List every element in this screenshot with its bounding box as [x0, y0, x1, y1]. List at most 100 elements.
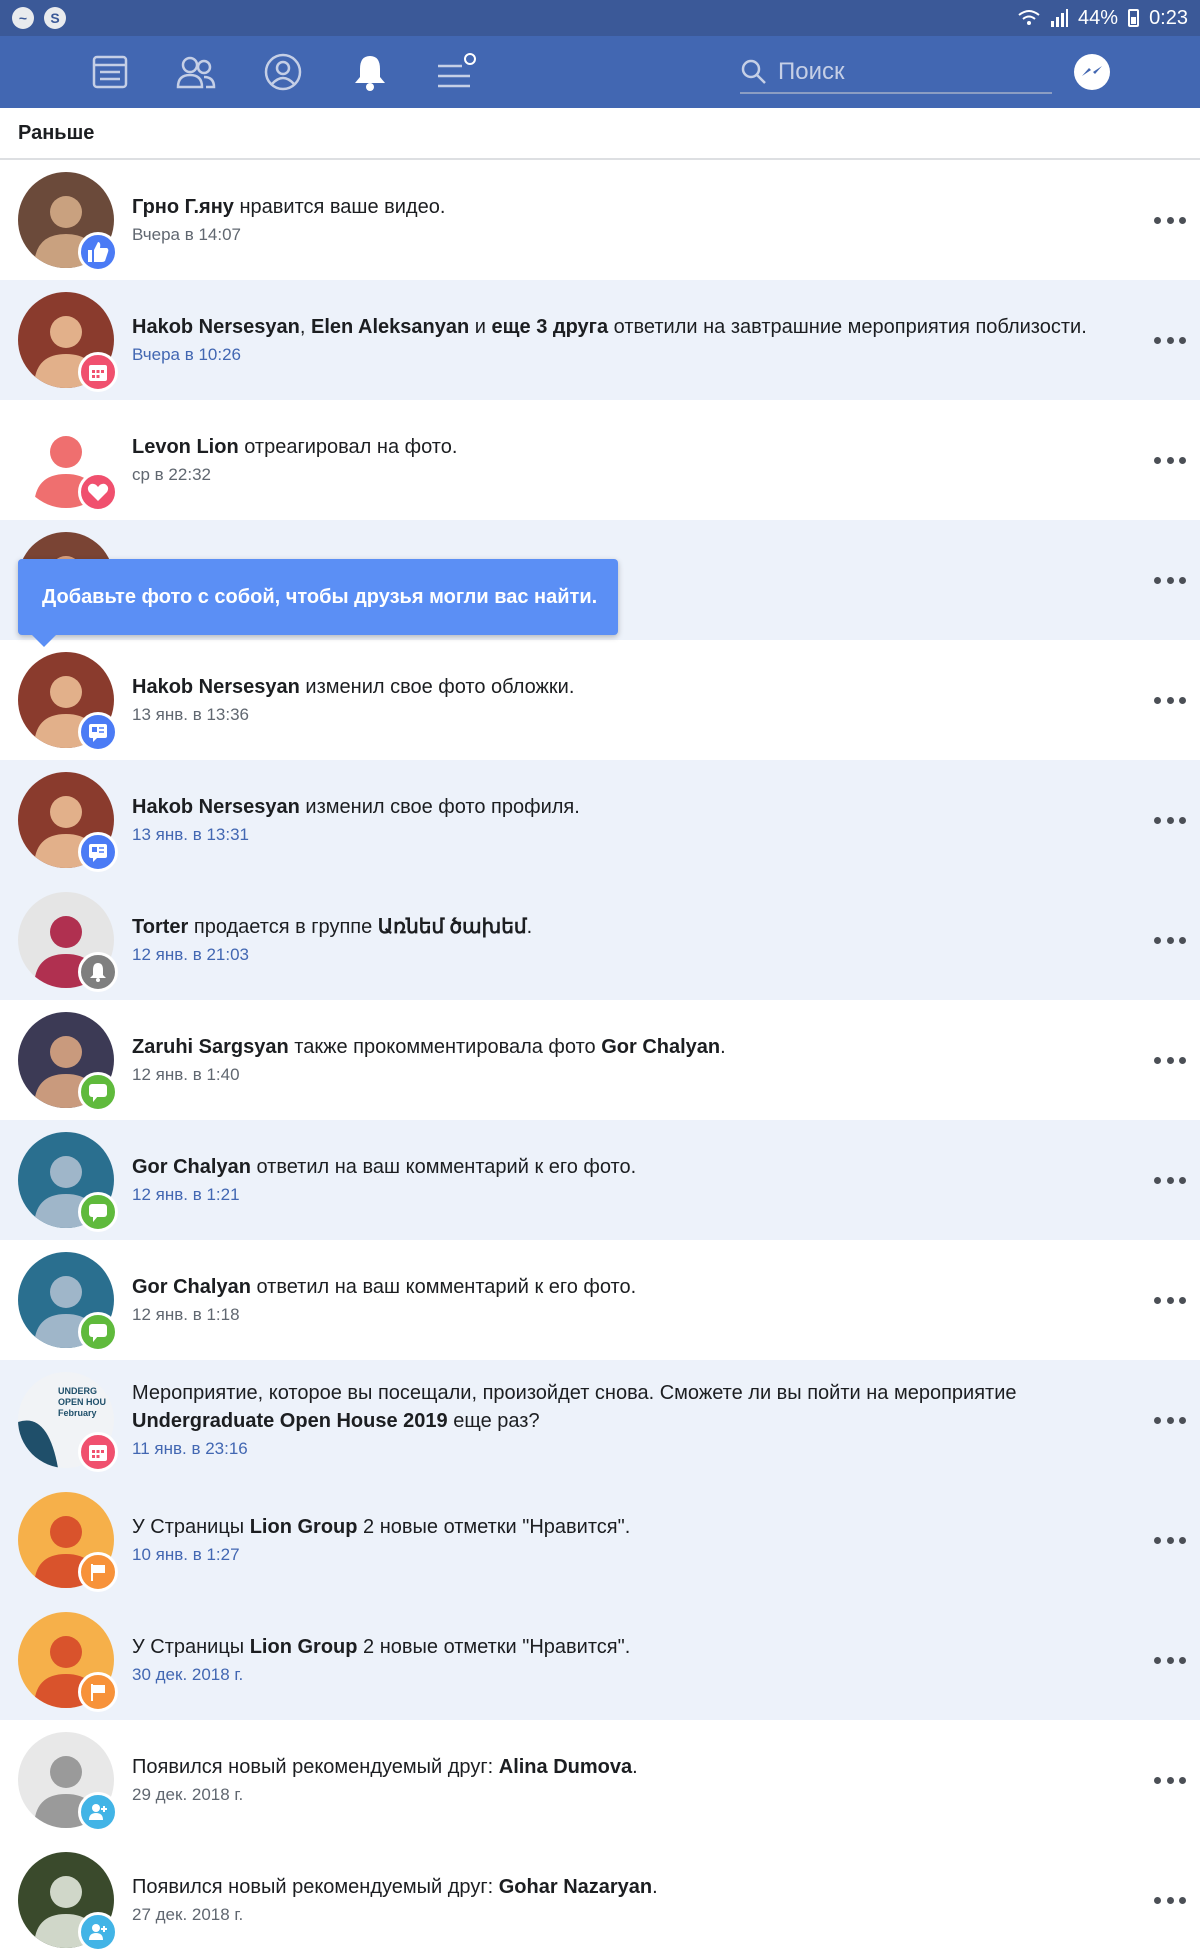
notification-message-part: 2 новые отметки "Нравится". [357, 1516, 631, 1538]
notification-list: Грно Г.яну нравится ваше видео. Вчера в 1… [0, 160, 1200, 1960]
more-options-icon[interactable] [1154, 1288, 1186, 1312]
notification-actor: Elen Aleksanyan [311, 316, 470, 338]
notification-message-part: ответил на ваш комментарий к его фото. [250, 1276, 637, 1298]
notification-timestamp: 13 янв. в 13:36 [132, 705, 249, 724]
notification-text: Gor Chalyan ответил на ваш комментарий к… [132, 1153, 1120, 1207]
notification-row[interactable]: Torter продается в группе Առնեմ ծախեմ. 12… [0, 880, 1200, 1000]
avatar-container [18, 412, 118, 512]
notification-timestamp: 30 дек. 2018 г. [132, 1665, 244, 1684]
notification-row[interactable]: Hakob Nersesyan, Elen Aleksanyan и еще 3… [0, 280, 1200, 400]
notification-timestamp: 27 дек. 2018 г. [132, 1905, 244, 1924]
notification-actor: еще 3 друга [491, 316, 609, 338]
notification-message-part: . [720, 1036, 726, 1058]
notification-message-part: . [652, 1876, 658, 1898]
more-options-icon[interactable] [1154, 568, 1186, 592]
notification-timestamp: 13 янв. в 13:31 [132, 825, 249, 844]
notifications-bell-icon[interactable] [348, 50, 392, 94]
notification-row[interactable]: Грно Г.яну нравится ваше видео. Вчера в 1… [0, 160, 1200, 280]
notification-row[interactable]: Gor Chalyan ответил на ваш комментарий к… [0, 1240, 1200, 1360]
notification-text: Hakob Nersesyan изменил свое фото обложк… [132, 673, 1120, 727]
notification-actor: Lion Group [249, 1516, 358, 1538]
more-options-icon[interactable] [1154, 1408, 1186, 1432]
notification-row[interactable]: Levon Lion отреагировал на фото. ср в 22:… [0, 400, 1200, 520]
search-bar[interactable] [740, 52, 1052, 94]
notification-message-part: . [526, 916, 533, 938]
avatar-container [18, 1612, 118, 1712]
profile-icon[interactable] [261, 50, 305, 94]
notification-text: Грно Г.яну нравится ваше видео. Вчера в 1… [132, 193, 1120, 247]
notification-message: Мероприятие, которое вы посещали, произо… [132, 1379, 1120, 1435]
notification-row[interactable]: У Страницы Lion Group 2 новые отметки "Н… [0, 1600, 1200, 1720]
avatar-container [18, 1492, 118, 1592]
tooltip-text: Добавьте фото с собой, чтобы друзья могл… [42, 585, 598, 608]
notification-message: Torter продается в группе Առնեմ ծախեմ. [132, 913, 1120, 941]
friends-icon[interactable] [174, 50, 218, 94]
more-options-icon[interactable] [1154, 1648, 1186, 1672]
notification-message-part: 2 новые отметки "Нравится". [357, 1636, 631, 1658]
news-feed-icon[interactable] [88, 50, 132, 94]
avatar-container [18, 1732, 118, 1832]
notification-row[interactable]: Hakob Nersesyan изменил свое фото обложк… [0, 640, 1200, 760]
notification-text: Появился новый рекомендуемый друг: Alina… [132, 1753, 1120, 1807]
notification-row[interactable]: UNDERG OPEN HOU February Мероприятие, кот… [0, 1360, 1200, 1480]
more-options-icon[interactable] [1154, 1888, 1186, 1912]
avatar-logo-text: UNDERG OPEN HOU February [58, 1386, 107, 1418]
notification-message-part: еще раз? [447, 1410, 540, 1432]
notification-message-part: изменил свое фото обложки. [299, 676, 575, 698]
notification-row[interactable]: Появился новый рекомендуемый друг: Alina… [0, 1720, 1200, 1840]
flag-icon [78, 1672, 118, 1712]
more-options-icon[interactable] [1154, 328, 1186, 352]
avatar-container [18, 1132, 118, 1232]
notification-actor: Torter [132, 916, 189, 938]
notification-row[interactable]: Zaruhi Sargsyan также прокомментировала … [0, 1000, 1200, 1120]
notification-message-part: также прокомментировала фото [288, 1036, 602, 1058]
more-options-icon[interactable] [1154, 808, 1186, 832]
search-input[interactable] [776, 57, 1040, 87]
messenger-icon[interactable] [1070, 50, 1114, 94]
add-friend-icon [78, 1912, 118, 1952]
avatar-container [18, 1012, 118, 1112]
notification-message: У Страницы Lion Group 2 новые отметки "Н… [132, 1513, 1120, 1541]
menu-icon[interactable] [434, 50, 478, 94]
notification-message-part: продается в группе [188, 916, 378, 938]
notification-timestamp: 29 дек. 2018 г. [132, 1785, 244, 1804]
status-update-icon [78, 832, 118, 872]
more-options-icon[interactable] [1154, 1528, 1186, 1552]
more-options-icon[interactable] [1154, 448, 1186, 472]
more-options-icon[interactable] [1154, 688, 1186, 712]
add-photo-tooltip[interactable]: Добавьте фото с собой, чтобы друзья могл… [18, 559, 618, 647]
avatar-container [18, 172, 118, 272]
more-options-icon[interactable] [1154, 928, 1186, 952]
notification-text: Hakob Nersesyan изменил свое фото профил… [132, 793, 1120, 847]
notification-actor: Gohar Nazaryan [498, 1876, 653, 1898]
notification-row[interactable]: У Страницы Lion Group 2 новые отметки "Н… [0, 1480, 1200, 1600]
comment-icon [78, 1072, 118, 1112]
notification-text: Появился новый рекомендуемый друг: Gohar… [132, 1873, 1120, 1927]
notification-message-part: изменил свое фото профиля. [299, 796, 580, 818]
comment-icon [78, 1312, 118, 1352]
more-options-icon[interactable] [1154, 1048, 1186, 1072]
notification-actor: Undergraduate Open House 2019 [132, 1410, 448, 1432]
more-options-icon[interactable] [1154, 1168, 1186, 1192]
battery-icon [1128, 9, 1140, 27]
notification-row[interactable]: Gor Chalyan ответил на ваш комментарий к… [0, 1120, 1200, 1240]
more-options-icon[interactable] [1154, 208, 1186, 232]
notification-message: Gor Chalyan ответил на ваш комментарий к… [132, 1153, 1120, 1181]
more-options-icon[interactable] [1154, 1768, 1186, 1792]
notification-timestamp: ср в 22:32 [132, 465, 211, 484]
notification-row[interactable]: Hakob Nersesyan изменил свое фото профил… [0, 760, 1200, 880]
avatar-container [18, 652, 118, 752]
notification-message: Появился новый рекомендуемый друг: Gohar… [132, 1873, 1120, 1901]
notification-message-part: Появился новый рекомендуемый друг: [132, 1876, 499, 1898]
notification-timestamp: 12 янв. в 1:40 [132, 1065, 240, 1084]
notification-actor: Lion Group [249, 1636, 358, 1658]
notification-actor: Levon Lion [132, 436, 239, 458]
notification-actor: Առնեմ ծախեմ [377, 916, 527, 938]
notification-timestamp: 12 янв. в 1:18 [132, 1305, 240, 1324]
notification-message-part: У Страницы [132, 1516, 250, 1538]
notification-text: У Страницы Lion Group 2 новые отметки "Н… [132, 1633, 1120, 1687]
notification-row[interactable]: Появился новый рекомендуемый друг: Gohar… [0, 1840, 1200, 1960]
notification-message-part: , [299, 316, 311, 338]
notification-message: Hakob Nersesyan изменил свое фото профил… [132, 793, 1120, 821]
notification-message-part: У Страницы [132, 1636, 250, 1658]
